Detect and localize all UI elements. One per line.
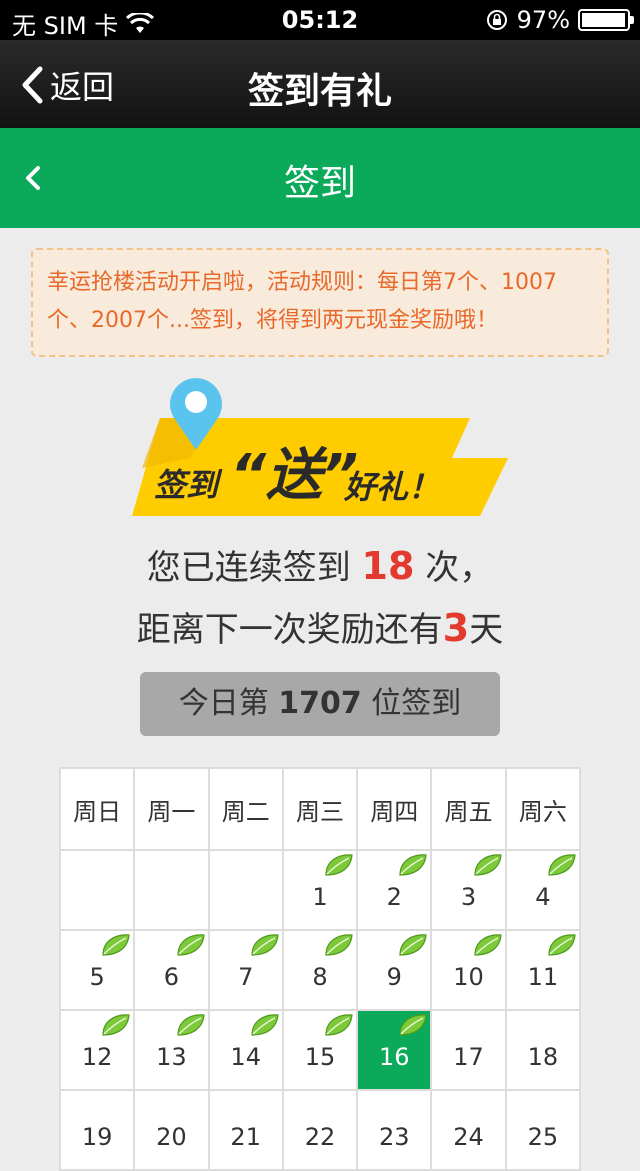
calendar-day-number: 20 <box>156 1123 187 1151</box>
leaf-checked-icon <box>251 934 279 956</box>
checkin-calendar: 周日 周一 周二 周三 周四 周五 周六 1 2 3 4 5 6 7 8 9 10 11 12 13 14 15 16 17… <box>58 767 582 1171</box>
calendar-day-cell[interactable]: 11 <box>504 929 582 1011</box>
next-reward-prefix: 距离下一次奖励还有 <box>136 610 443 650</box>
streak-count: 18 <box>361 544 415 588</box>
calendar-day-cell[interactable]: 15 <box>281 1009 359 1091</box>
calendar-day-cell[interactable]: 6 <box>133 929 210 1011</box>
leaf-checked-icon <box>176 934 205 956</box>
calendar-day-number: 25 <box>527 1123 559 1151</box>
calendar-day-cell[interactable]: 16 <box>356 1009 433 1091</box>
orientation-lock-icon <box>486 10 507 30</box>
calendar-day-number: 23 <box>378 1123 410 1151</box>
status-right: 97% <box>485 6 634 34</box>
banner-text-give: “送” <box>230 443 359 508</box>
weekday-header: 周一 <box>133 767 210 851</box>
leaf-checked-icon <box>176 1014 205 1036</box>
activity-notice: 幸运抢楼活动开启啦，活动规则：每日第7个、1007个、2007个...签到，将得… <box>31 248 609 357</box>
calendar-day-number <box>135 883 207 897</box>
calendar-day-number: 17 <box>453 1043 484 1071</box>
calendar-day-number: 21 <box>230 1123 261 1151</box>
weekday-header: 周日 <box>58 767 136 851</box>
calendar-week-row: 19 20 21 22 23 24 25 <box>58 1089 582 1171</box>
leaf-checked-icon <box>102 1014 130 1036</box>
streak-line-1: 您已连续签到 18 次， <box>0 540 640 589</box>
streak-line-2: 距离下一次奖励还有3天 <box>0 602 640 651</box>
calendar-day-cell[interactable]: 2 <box>356 849 433 931</box>
calendar-day-cell[interactable]: 4 <box>504 849 582 931</box>
banner-text-checkin: 签到 <box>154 466 219 504</box>
calendar-day-cell[interactable]: 22 <box>281 1089 359 1171</box>
green-header: 签到 <box>0 128 640 228</box>
calendar-week-row: 5 6 7 8 9 10 11 <box>58 929 582 1011</box>
leaf-checked-icon <box>325 854 353 876</box>
calendar-day-cell[interactable]: 14 <box>207 1009 284 1091</box>
calendar-day-cell[interactable]: 9 <box>356 929 433 1011</box>
calendar-day-cell[interactable]: 12 <box>58 1009 136 1091</box>
today-rank-suffix: 位签到 <box>361 686 462 721</box>
page-title: 签到有礼 <box>247 71 392 112</box>
leaf-checked-icon <box>399 934 428 956</box>
leaf-checked-icon <box>548 854 576 876</box>
calendar-empty-cell <box>58 849 136 931</box>
calendar-day-cell[interactable]: 1 <box>281 849 359 931</box>
calendar-day-number: 22 <box>304 1123 336 1151</box>
days-left-count: 3 <box>442 606 470 650</box>
calendar-day-cell[interactable]: 17 <box>430 1009 507 1091</box>
leaf-checked-icon <box>325 1014 353 1036</box>
calendar-day-number <box>61 883 133 897</box>
calendar-week-row: 12 13 14 15 16 17 18 <box>58 1009 582 1091</box>
leaf-checked-icon <box>399 854 428 876</box>
calendar-day-number: 18 <box>527 1043 559 1071</box>
weekday-header: 周五 <box>430 767 507 851</box>
calendar-day-number: 19 <box>81 1123 113 1151</box>
calendar-day-number <box>210 883 282 897</box>
calendar-day-number: 24 <box>453 1123 484 1151</box>
checkin-gift-banner: 签到 “送” 好礼！ <box>130 372 510 522</box>
calendar-day-cell[interactable]: 25 <box>504 1089 582 1171</box>
weekday-header: 周四 <box>356 767 433 851</box>
weekday-header: 周六 <box>504 767 582 851</box>
weekday-header: 周三 <box>281 767 359 851</box>
header-title: 签到 <box>283 163 356 204</box>
battery-icon <box>578 9 634 31</box>
status-bar: 无 SIM 卡 05:12 97% <box>0 0 640 40</box>
leaf-checked-icon <box>474 854 502 876</box>
calendar-day-cell[interactable]: 8 <box>281 929 359 1011</box>
calendar-day-cell[interactable]: 21 <box>207 1089 284 1171</box>
banner-text-gift: 好礼！ <box>344 468 441 506</box>
today-rank-badge: 今日第 1707 位签到 <box>140 672 500 736</box>
calendar-day-cell[interactable]: 3 <box>430 849 507 931</box>
next-reward-suffix: 天 <box>469 610 504 650</box>
calendar-weekday-row: 周日 周一 周二 周三 周四 周五 周六 <box>58 767 582 851</box>
calendar-empty-cell <box>133 849 210 931</box>
leaf-checked-icon <box>548 934 576 956</box>
nav-bar: 返回 签到有礼 <box>0 40 640 128</box>
leaf-checked-icon <box>399 1014 428 1036</box>
today-rank-prefix: 今日第 <box>178 686 279 721</box>
location-pin-icon <box>170 378 222 450</box>
calendar-day-cell[interactable]: 13 <box>133 1009 210 1091</box>
calendar-day-cell[interactable]: 5 <box>58 929 136 1011</box>
leaf-checked-icon <box>251 1014 279 1036</box>
battery-fill <box>582 13 625 27</box>
today-rank-number: 1707 <box>278 686 362 721</box>
battery-percent: 97% <box>516 6 570 34</box>
calendar-day-cell[interactable]: 10 <box>430 929 507 1011</box>
calendar-day-cell[interactable]: 7 <box>207 929 284 1011</box>
leaf-checked-icon <box>325 934 353 956</box>
calendar-day-cell[interactable]: 19 <box>58 1089 136 1171</box>
calendar-day-cell[interactable]: 23 <box>356 1089 433 1171</box>
leaf-checked-icon <box>474 934 502 956</box>
calendar-day-cell[interactable]: 18 <box>504 1009 582 1091</box>
calendar-empty-cell <box>207 849 284 931</box>
leaf-checked-icon <box>102 934 130 956</box>
calendar-day-cell[interactable]: 20 <box>133 1089 210 1171</box>
calendar-week-row: 1234 <box>58 849 582 931</box>
calendar-grid: 周日 周一 周二 周三 周四 周五 周六 1 2 3 4 5 6 7 8 9 10 11 12 13 14 15 16 17… <box>58 767 582 1171</box>
weekday-header: 周二 <box>207 767 284 851</box>
calendar-day-cell[interactable]: 24 <box>430 1089 507 1171</box>
streak-prefix: 您已连续签到 <box>146 548 362 588</box>
streak-suffix: 次， <box>414 548 494 588</box>
